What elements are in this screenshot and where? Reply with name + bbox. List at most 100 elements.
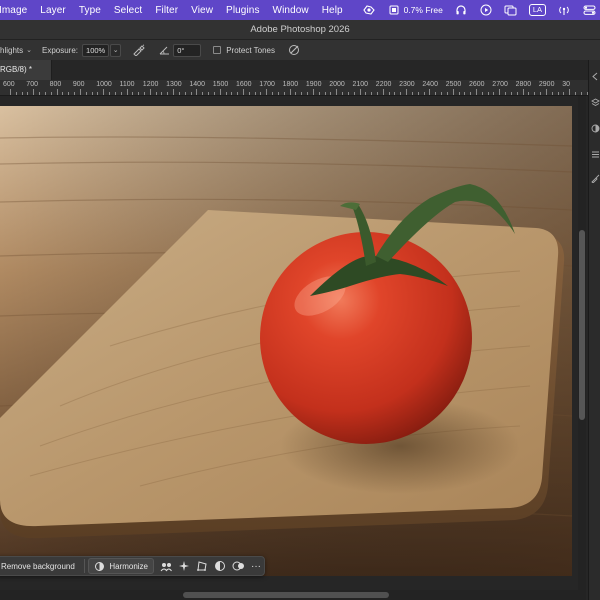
generative-fill-icon[interactable] bbox=[178, 559, 190, 573]
horizontal-scroll-thumb[interactable] bbox=[183, 592, 389, 598]
ruler-minor-tick bbox=[458, 92, 460, 95]
window-icon[interactable] bbox=[504, 3, 518, 17]
properties-panel-icon[interactable] bbox=[591, 150, 600, 159]
ruler-minor-tick bbox=[237, 92, 239, 95]
ruler-label: 800 bbox=[49, 81, 62, 88]
menu-type[interactable]: Type bbox=[79, 5, 101, 16]
range-select[interactable]: hlights ⌄ bbox=[0, 46, 32, 55]
ruler-minor-tick bbox=[50, 92, 52, 95]
ruler-label: 1400 bbox=[189, 81, 205, 88]
ruler-minor-tick bbox=[435, 92, 437, 95]
ruler-major-tick bbox=[452, 89, 454, 95]
vertical-scrollbar[interactable] bbox=[578, 96, 586, 600]
harmonize-button[interactable]: Harmonize bbox=[88, 558, 154, 574]
ruler-label: 2200 bbox=[375, 81, 392, 88]
play-icon[interactable] bbox=[479, 3, 493, 17]
exposure-input[interactable]: 100% bbox=[82, 43, 110, 57]
pressure-size-icon[interactable] bbox=[287, 43, 301, 57]
ruler-minor-tick bbox=[68, 92, 70, 95]
document-canvas[interactable] bbox=[0, 96, 588, 600]
menu-filter[interactable]: Filter bbox=[155, 5, 178, 16]
adjustments-panel-icon[interactable] bbox=[591, 124, 600, 133]
airbrush-icon[interactable] bbox=[131, 43, 145, 57]
document-tab[interactable]: RGB/8) * bbox=[0, 60, 52, 80]
ruler-minor-tick bbox=[528, 92, 530, 95]
ruler-major-tick bbox=[10, 89, 11, 95]
exposure-dropdown-icon[interactable]: ⌄ bbox=[110, 43, 122, 57]
input-source-icon[interactable]: LA bbox=[528, 4, 546, 16]
ruler-minor-tick bbox=[342, 92, 344, 95]
ruler-major-tick bbox=[266, 89, 268, 95]
ruler-label: 1000 bbox=[96, 81, 112, 88]
ruler-major-tick bbox=[289, 89, 291, 95]
ruler-minor-tick bbox=[400, 92, 402, 95]
ruler-label: 1200 bbox=[142, 81, 159, 88]
remove-background-button[interactable]: Remove background bbox=[0, 558, 80, 574]
ruler-major-tick bbox=[33, 89, 35, 95]
protect-tones-checkbox[interactable] bbox=[213, 46, 222, 54]
ruler-major-tick bbox=[149, 89, 151, 95]
ruler-minor-tick bbox=[202, 92, 204, 95]
headphones-icon[interactable] bbox=[454, 3, 468, 17]
select-subject-icon[interactable] bbox=[160, 559, 172, 573]
ruler-label: 2800 bbox=[515, 81, 532, 88]
ruler-minor-tick bbox=[423, 92, 425, 95]
adjustment-icon[interactable] bbox=[214, 559, 226, 573]
ruler-label: 2600 bbox=[469, 81, 485, 88]
menu-select[interactable]: Select bbox=[114, 5, 142, 16]
remove-background-label: Remove background bbox=[1, 561, 75, 571]
ruler-label: 2400 bbox=[422, 81, 438, 88]
menu-layer[interactable]: Layer bbox=[40, 5, 66, 16]
menu-image[interactable]: Image bbox=[0, 5, 27, 16]
window-title: Adobe Photoshop 2026 bbox=[250, 24, 350, 35]
control-center-icon[interactable] bbox=[582, 3, 596, 17]
ruler-label: 2900 bbox=[538, 81, 555, 88]
ruler-minor-tick bbox=[353, 92, 355, 95]
ruler-minor-tick bbox=[184, 92, 186, 95]
mask-icon[interactable] bbox=[232, 559, 245, 573]
contextual-task-bar: Remove background Harmonize ··· bbox=[0, 556, 265, 576]
ruler-major-tick bbox=[429, 89, 431, 95]
ruler-minor-tick bbox=[44, 92, 46, 95]
menu-window[interactable]: Window bbox=[273, 5, 309, 16]
panel-collapse-icon[interactable] bbox=[591, 72, 600, 81]
window-title-bar[interactable]: Adobe Photoshop 2026 bbox=[0, 20, 600, 40]
vertical-scroll-thumb[interactable] bbox=[579, 230, 585, 420]
document-tab-row: RGB/8) * bbox=[0, 60, 600, 80]
ruler-minor-tick bbox=[143, 92, 145, 95]
ruler-minor-tick bbox=[178, 92, 180, 95]
brush-panel-icon[interactable] bbox=[591, 174, 600, 183]
ruler-minor-tick bbox=[318, 92, 320, 95]
ruler-major-tick bbox=[522, 89, 524, 95]
menu-help[interactable]: Help bbox=[322, 5, 343, 16]
ruler-minor-tick bbox=[301, 92, 303, 95]
ruler-minor-tick bbox=[371, 92, 373, 95]
ruler-major-tick bbox=[499, 89, 501, 95]
angle-input[interactable]: 0° bbox=[173, 43, 202, 57]
ruler-minor-tick bbox=[487, 92, 489, 95]
menubar-app-icon[interactable] bbox=[362, 3, 376, 17]
ruler-minor-tick bbox=[330, 92, 332, 95]
ruler-minor-tick bbox=[394, 92, 396, 95]
ruler-minor-tick bbox=[580, 92, 582, 95]
ruler-minor-tick bbox=[505, 92, 507, 95]
horizontal-scrollbar[interactable] bbox=[0, 590, 578, 600]
ruler-label: 2300 bbox=[399, 81, 415, 88]
ruler-minor-tick bbox=[388, 92, 390, 95]
ruler-label: 1300 bbox=[166, 81, 182, 88]
ruler-minor-tick bbox=[132, 92, 134, 95]
harmonize-icon bbox=[94, 561, 105, 572]
ruler-major-tick bbox=[196, 89, 198, 95]
ruler-minor-tick bbox=[27, 92, 29, 95]
transform-icon[interactable] bbox=[196, 559, 208, 573]
antenna-icon[interactable] bbox=[557, 3, 571, 17]
menu-plugins[interactable]: Plugins bbox=[226, 5, 260, 16]
ruler-minor-tick bbox=[260, 92, 262, 95]
horizontal-ruler[interactable]: 600 700 800 900 1000 1100 1200 1300 1400 1500 1600… bbox=[0, 80, 588, 96]
ruler-label: 1800 bbox=[282, 81, 299, 88]
more-options-icon[interactable]: ··· bbox=[251, 559, 261, 573]
cpu-monitor-icon[interactable] bbox=[387, 3, 401, 17]
layers-panel-icon[interactable] bbox=[591, 98, 600, 107]
ruler-minor-tick bbox=[248, 92, 250, 95]
menu-view[interactable]: View bbox=[191, 5, 213, 16]
